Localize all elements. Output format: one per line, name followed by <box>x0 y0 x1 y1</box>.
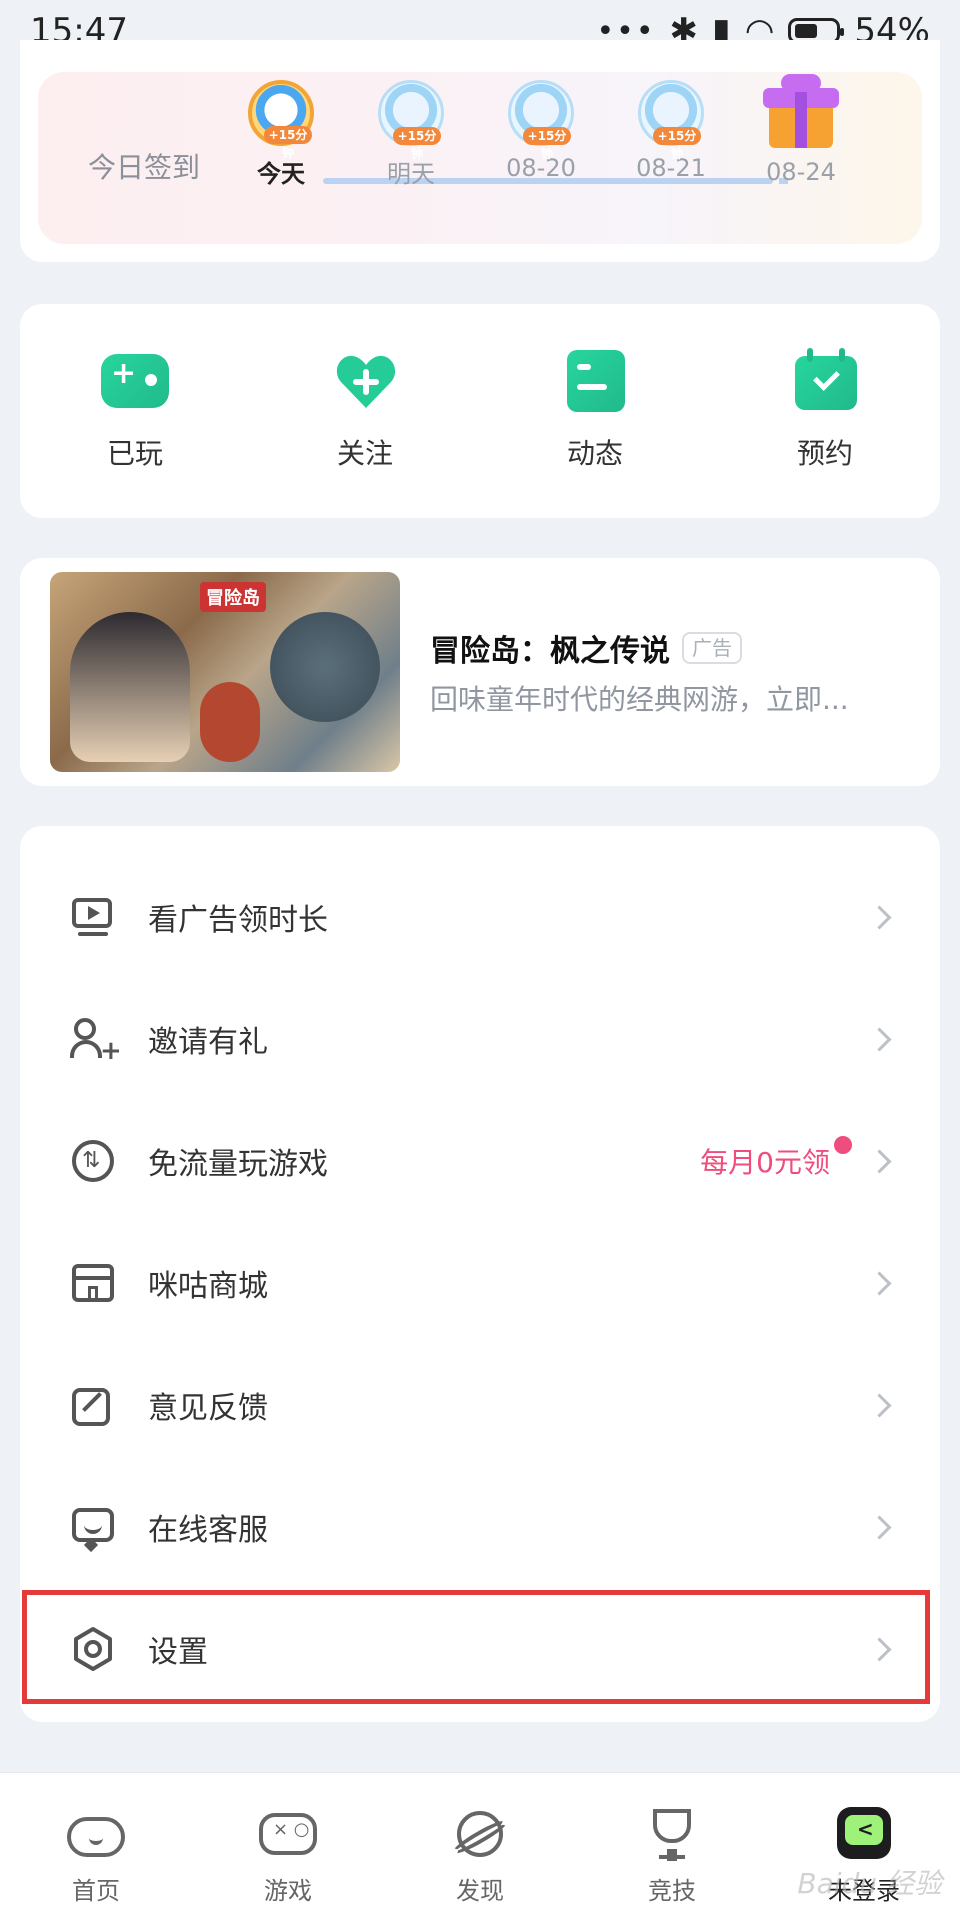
signin-day-0821[interactable]: +15分钟 08-21 <box>616 80 726 182</box>
signin-label: 今日签到 <box>88 151 201 184</box>
signin-card: 今日签到 +15分钟 今天 +15分钟 明天 +15分钟 08-20 +15分钟… <box>20 40 940 262</box>
quick-action-reserve[interactable]: 预约 <box>725 348 925 472</box>
chevron-right-icon <box>867 1026 892 1052</box>
quick-action-played[interactable]: 已玩 <box>35 350 235 472</box>
chevron-right-icon <box>867 1392 892 1418</box>
trophy-icon <box>641 1807 703 1861</box>
reward-tag: +15分钟 <box>264 126 312 160</box>
news-icon <box>561 350 629 414</box>
reward-tag: +15分钟 <box>653 127 701 161</box>
clock-coin-icon: +15分钟 <box>378 80 444 161</box>
signin-panel[interactable]: 今日签到 +15分钟 今天 +15分钟 明天 +15分钟 08-20 +15分钟… <box>38 72 922 244</box>
quick-action-feed[interactable]: 动态 <box>495 350 695 472</box>
store-icon <box>70 1260 116 1306</box>
tab-label: 游戏 <box>264 1877 312 1905</box>
tab-discover[interactable]: 发现 <box>384 1773 576 1921</box>
signin-day-label: 08-24 <box>766 158 836 186</box>
menu-item-feedback[interactable]: 意见反馈 <box>20 1344 940 1466</box>
reward-tag: +15分钟 <box>523 127 571 161</box>
ad-image[interactable]: 冒险岛 <box>50 572 400 772</box>
menu-item-invite[interactable]: + 邀请有礼 <box>20 978 940 1100</box>
quick-action-label: 预约 <box>796 437 853 470</box>
calendar-check-icon <box>791 348 859 414</box>
quick-actions: 已玩 关注 动态 预约 <box>20 304 940 518</box>
tab-label: 首页 <box>72 1877 120 1905</box>
ad-badge: 广告 <box>682 632 742 664</box>
planet-icon <box>449 1807 511 1861</box>
ad-title-row: 冒险岛：枫之传说 广告 <box>430 626 742 670</box>
tv-play-icon <box>70 894 116 940</box>
menu-item-store[interactable]: 咪咕商城 <box>20 1222 940 1344</box>
chat-icon <box>70 1504 116 1553</box>
gift-box-icon <box>761 72 841 150</box>
watermark: Baidu 经验 <box>797 1867 942 1900</box>
user-add-icon: + <box>70 1016 122 1064</box>
gamepad-outline-icon <box>257 1807 319 1861</box>
quick-action-label: 动态 <box>566 437 623 470</box>
chevron-right-icon <box>867 904 892 930</box>
heart-plus-icon <box>331 350 399 414</box>
ad-title: 冒险岛：枫之传说 <box>430 634 670 669</box>
menu-item-support[interactable]: 在线客服 <box>20 1466 940 1588</box>
clock-coin-icon: +15分钟 <box>248 80 314 160</box>
menu-item-label: 在线客服 <box>148 1513 268 1548</box>
signin-day-label: 今天 <box>257 160 305 188</box>
quick-action-follow[interactable]: 关注 <box>265 350 465 472</box>
menu-item-label: 免流量玩游戏 <box>148 1147 328 1182</box>
avatar-icon <box>833 1807 895 1861</box>
menu-item-data-free[interactable]: 免流量玩游戏 每月0元领 <box>20 1100 940 1222</box>
tab-home[interactable]: 首页 <box>0 1773 192 1921</box>
tab-label: 发现 <box>456 1877 504 1905</box>
ad-card[interactable]: 冒险岛 冒险岛：枫之传说 广告 回味童年时代的经典网游，立即... <box>20 558 940 786</box>
edit-icon <box>70 1382 116 1428</box>
menu-item-label: 咪咕商城 <box>148 1269 268 1304</box>
tab-compete[interactable]: 竞技 <box>576 1773 768 1921</box>
signin-day-0824[interactable]: 08-24 <box>746 72 856 186</box>
menu-list: 看广告领时长 + 邀请有礼 免流量玩游戏 每月0元领 咪咕商城 意见反馈 在线客… <box>20 826 940 1722</box>
notification-dot <box>834 1136 852 1154</box>
tab-games[interactable]: 游戏 <box>192 1773 384 1921</box>
settings-highlight-box <box>22 1590 930 1704</box>
gamepad-icon <box>101 350 169 414</box>
clock-coin-icon: +15分钟 <box>508 80 574 161</box>
quick-action-label: 已玩 <box>106 437 163 470</box>
signin-day-0820[interactable]: +15分钟 08-20 <box>486 80 596 182</box>
data-free-icon <box>70 1138 116 1184</box>
signin-day-today[interactable]: +15分钟 今天 <box>226 80 336 189</box>
ad-description: 回味童年时代的经典网游，立即... <box>430 683 849 716</box>
home-cloud-icon <box>65 1807 127 1861</box>
chevron-right-icon <box>867 1148 892 1174</box>
quick-action-label: 关注 <box>336 437 393 470</box>
menu-item-promo: 每月0元领 <box>700 1146 830 1179</box>
clock-coin-icon: +15分钟 <box>638 80 704 161</box>
ad-image-logo: 冒险岛 <box>200 582 266 612</box>
menu-item-label: 看广告领时长 <box>148 903 328 938</box>
menu-item-label: 意见反馈 <box>148 1391 268 1426</box>
signin-day-tomorrow[interactable]: +15分钟 明天 <box>356 80 466 189</box>
menu-item-label: 邀请有礼 <box>148 1025 268 1060</box>
reward-tag: +15分钟 <box>393 127 441 161</box>
tab-label: 竞技 <box>648 1877 696 1905</box>
menu-item-watch-ads[interactable]: 看广告领时长 <box>20 856 940 978</box>
chevron-right-icon <box>867 1514 892 1540</box>
chevron-right-icon <box>867 1270 892 1296</box>
